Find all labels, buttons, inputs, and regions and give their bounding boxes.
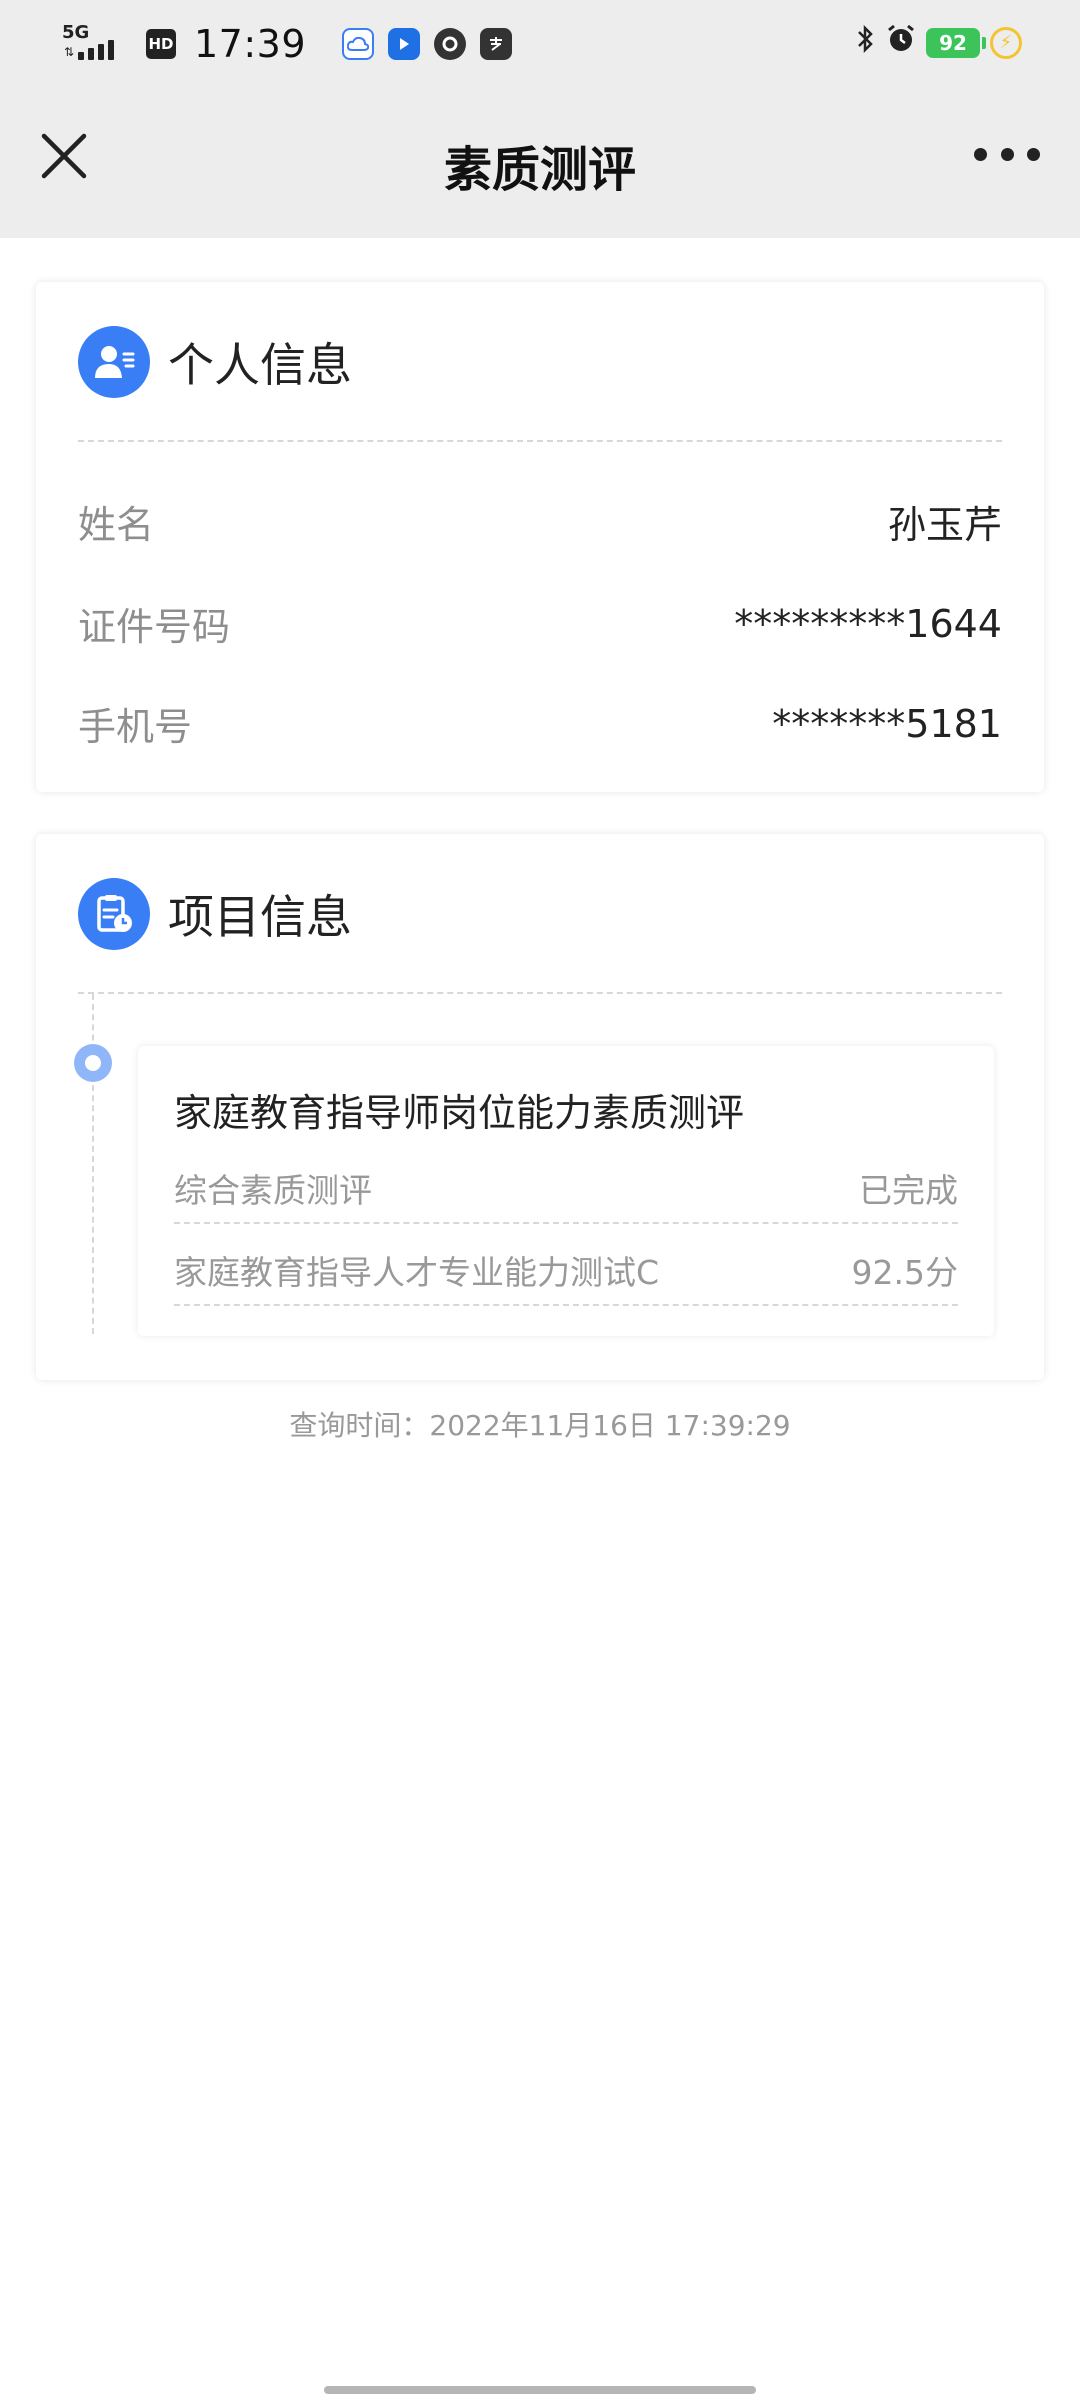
personal-info-card: 个人信息 姓名 孙玉芹 证件号码 *********1644 手机号 *****…	[36, 282, 1044, 792]
page-title: 素质测评	[443, 142, 636, 198]
project-info-header: 项目信息	[78, 878, 352, 950]
info-row-id: 证件号码 *********1644	[78, 596, 1002, 651]
info-label: 证件号码	[78, 605, 231, 649]
more-dot-icon	[974, 147, 987, 161]
divider	[78, 440, 1002, 442]
user-card-icon	[78, 326, 150, 398]
hd-icon: HD	[146, 29, 176, 59]
more-button[interactable]	[974, 134, 1040, 174]
battery-indicator: 92	[926, 27, 986, 58]
nav-bar: 素质测评	[0, 90, 1080, 238]
arrow-app-icon	[388, 28, 421, 60]
timeline-dot-icon	[74, 1044, 112, 1082]
alarm-icon	[886, 24, 916, 61]
section-title: 个人信息	[168, 338, 352, 392]
charging-icon: ⚡	[990, 26, 1022, 59]
info-label: 手机号	[78, 705, 193, 749]
project-title: 家庭教育指导师岗位能力素质测评	[174, 1091, 745, 1135]
status-bar: 5G ⇅ HD 17:39 92 ⚡	[0, 0, 1080, 90]
project-row-label: 综合素质测评	[174, 1171, 372, 1210]
circle-app-icon	[434, 28, 467, 60]
more-dot-icon	[1027, 147, 1040, 161]
personal-info-header: 个人信息	[78, 326, 352, 398]
more-dot-icon	[1000, 147, 1014, 161]
project-info-card: 项目信息 家庭教育指导师岗位能力素质测评 综合素质测评 已完成 家庭教育指导人才…	[36, 834, 1044, 1380]
clipboard-clock-icon	[78, 878, 150, 950]
home-indicator[interactable]	[324, 2386, 756, 2394]
query-time: 查询时间：2022年11月16日 17:39:29	[289, 1409, 791, 1442]
info-value: *********1644	[734, 601, 1002, 646]
pay-app-icon	[480, 28, 513, 60]
network-type: 5G	[62, 22, 90, 43]
project-row-value: 已完成	[859, 1171, 958, 1210]
cloud-app-icon	[342, 28, 375, 60]
project-row-value: 92.5分	[851, 1253, 958, 1292]
section-title: 项目信息	[168, 890, 352, 944]
signal-icon: 5G ⇅	[62, 24, 132, 64]
info-label: 姓名	[78, 503, 155, 547]
project-item[interactable]: 家庭教育指导师岗位能力素质测评 综合素质测评 已完成 家庭教育指导人才专业能力测…	[138, 1046, 994, 1336]
project-row-label: 家庭教育指导人才专业能力测试C	[174, 1253, 660, 1292]
status-time: 17:39	[194, 22, 307, 66]
project-row-test: 家庭教育指导人才专业能力测试C 92.5分	[174, 1246, 958, 1306]
info-row-phone: 手机号 *******5181	[78, 696, 1002, 751]
divider	[78, 992, 1002, 994]
info-value: 孙玉芹	[887, 503, 1002, 547]
bluetooth-icon	[856, 24, 876, 61]
top-area: 5G ⇅ HD 17:39 92 ⚡ 素质测评	[0, 0, 1080, 238]
info-row-name: 姓名 孙玉芹	[78, 494, 1002, 549]
project-row-overall: 综合素质测评 已完成	[174, 1164, 958, 1224]
info-value: *******5181	[772, 701, 1002, 746]
